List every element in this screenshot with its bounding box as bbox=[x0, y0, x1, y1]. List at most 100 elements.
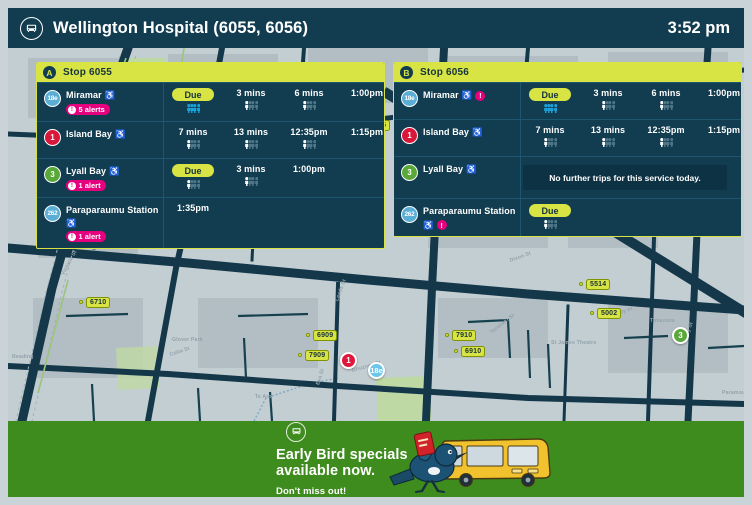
table-row[interactable]: 262 Paraparaumu Station ♿! 1 alert 1:35pm bbox=[37, 197, 384, 248]
wheelchair-accessible-icon: ♿ bbox=[466, 164, 477, 174]
occupancy-figure bbox=[663, 138, 667, 147]
map-stop-dot bbox=[590, 311, 594, 315]
route-number-badge[interactable]: 1 bbox=[44, 129, 61, 146]
table-row[interactable]: 18e Miramar ♿! 5 alerts Due 3 mins 6 mins 1:00p… bbox=[37, 82, 384, 121]
departure-cell: 7 mins bbox=[164, 127, 222, 149]
map-stop-chip[interactable]: 6910 bbox=[461, 346, 486, 357]
occupancy-indicator bbox=[302, 101, 317, 110]
occupancy-indicator bbox=[659, 138, 674, 147]
clock: 3:52 pm bbox=[667, 18, 730, 37]
occupancy-figure bbox=[608, 138, 612, 147]
map-bus-marker[interactable]: 3 bbox=[672, 327, 689, 344]
table-row[interactable]: 1Island Bay♿7 mins13 mins12:35pm1:15pm1:… bbox=[37, 121, 384, 158]
stop-letter-badge: B bbox=[400, 66, 413, 79]
table-row[interactable]: 262 Paraparaumu Station ♿! Due bbox=[394, 198, 741, 236]
occupancy-figure bbox=[254, 101, 259, 110]
map-stop-dot bbox=[445, 333, 449, 337]
route-number-badge[interactable]: 3 bbox=[401, 164, 418, 181]
occupancy-figure bbox=[547, 220, 551, 229]
departure-time-label: 6 mins bbox=[294, 88, 324, 98]
departure-cell: 1:15pm bbox=[695, 125, 741, 147]
occupancy-figure bbox=[550, 138, 554, 147]
map-stop-chip[interactable]: 5002 bbox=[597, 308, 622, 319]
departure-cell: Due bbox=[521, 88, 579, 113]
bus-icon bbox=[20, 16, 43, 40]
alert-count-label: 5 alerts bbox=[78, 105, 105, 114]
occupancy-figure bbox=[196, 140, 201, 149]
promo-banner[interactable]: Early Bird specials available now. Don't… bbox=[8, 421, 744, 497]
route-number-badge[interactable]: 262 bbox=[44, 205, 61, 222]
route-number-badge[interactable]: 3 bbox=[44, 166, 61, 183]
departure-cell: Due bbox=[164, 88, 222, 113]
occupancy-figure bbox=[186, 104, 191, 113]
destination-group: Miramar ♿! 5 alerts bbox=[66, 89, 115, 115]
occupancy-figure bbox=[553, 138, 558, 147]
route-number-badge[interactable]: 262 bbox=[401, 206, 418, 223]
departure-times-grid: Due bbox=[521, 204, 735, 229]
alert-badge[interactable]: ! 5 alerts bbox=[66, 104, 110, 115]
departure-time-label: 1:15pm bbox=[350, 127, 384, 137]
departure-time-label: 1:35pm bbox=[176, 203, 210, 213]
occupancy-indicator bbox=[659, 101, 674, 110]
map-stop-dot bbox=[79, 300, 83, 304]
alert-badge[interactable]: ! 1 alert bbox=[66, 231, 106, 242]
map-stop-chip[interactable]: 6909 bbox=[313, 330, 338, 341]
alert-badge[interactable]: ! 1 alert bbox=[66, 180, 106, 191]
alert-count-label: 1 alert bbox=[78, 181, 101, 190]
occupancy-figure bbox=[553, 220, 558, 229]
table-row[interactable]: 3 Lyall Bay ♿! 1 alert Due 3 mins 1:00pm bbox=[37, 158, 384, 197]
occupancy-figure bbox=[306, 101, 310, 110]
page-title: Wellington Hospital (6055, 6056) bbox=[53, 18, 309, 37]
occupancy-figure bbox=[254, 177, 259, 186]
departure-times-grid: 1:35pm bbox=[164, 203, 378, 213]
departure-due-pill: Due bbox=[529, 88, 571, 101]
departure-time-label: 1:00pm bbox=[707, 88, 741, 98]
occupancy-figure bbox=[543, 138, 548, 147]
alert-indicator-icon[interactable]: ! bbox=[436, 220, 447, 230]
transit-display-screen: Victoria St Ghuznee St Glover Park Cuba St L… bbox=[8, 8, 744, 497]
occupancy-figure bbox=[309, 101, 313, 110]
map-bus-marker[interactable]: 18e bbox=[368, 362, 385, 379]
stop-title: Stop 6055 bbox=[63, 67, 113, 78]
route-number-badge[interactable]: 18e bbox=[401, 90, 418, 107]
destination-group: Lyall Bay ♿ ! 1 alert bbox=[66, 165, 120, 191]
departure-time-label: 13 mins bbox=[590, 125, 626, 135]
map-stop-chip[interactable]: 5514 bbox=[586, 279, 611, 290]
departures-cell: 7 mins13 mins12:35pm1:15pm1:35pm bbox=[164, 122, 384, 158]
occupancy-indicator bbox=[186, 180, 201, 189]
no-service-message: No further trips for this service today. bbox=[523, 165, 727, 190]
table-row[interactable]: 1Island Bay♿7 mins13 mins12:35pm1:15pm1:… bbox=[394, 119, 741, 156]
departure-time-label: 3 mins bbox=[236, 164, 266, 174]
occupancy-figure bbox=[302, 140, 307, 149]
occupancy-indicator bbox=[186, 104, 201, 113]
map-stop-chip[interactable]: 7909 bbox=[305, 350, 330, 361]
occupancy-figure bbox=[190, 180, 194, 189]
departure-time-label: 1:00pm bbox=[292, 164, 326, 174]
departure-time-label: 12:35pm bbox=[290, 127, 328, 137]
map-street-label: Timezone bbox=[650, 318, 676, 324]
departure-time-label: 6 mins bbox=[651, 88, 681, 98]
wheelchair-accessible-icon: ♿ bbox=[472, 127, 483, 137]
departure-cell: 6 mins bbox=[637, 88, 695, 113]
map-stop-dot bbox=[298, 353, 302, 357]
occupancy-indicator bbox=[302, 140, 317, 149]
map-stop-chip[interactable]: 6710 bbox=[86, 297, 111, 308]
departures-cell: 1:35pm bbox=[164, 198, 384, 248]
alert-indicator-icon[interactable]: ! bbox=[475, 90, 486, 101]
map-street-label: St James Theatre bbox=[551, 340, 597, 346]
destination-name: Island Bay bbox=[66, 129, 113, 139]
occupancy-figure bbox=[605, 101, 609, 110]
destination-line: Lyall Bay ♿ bbox=[66, 166, 120, 177]
route-number-badge[interactable]: 18e bbox=[44, 90, 61, 107]
destination-group: Island Bay ♿ bbox=[66, 128, 126, 140]
occupancy-figure bbox=[302, 101, 307, 110]
alert-count-label: 1 alert bbox=[78, 232, 101, 241]
table-row[interactable]: 18eMiramar♿!Due3 mins6 mins1:00pm1:35pm bbox=[394, 82, 741, 119]
occupancy-figure bbox=[547, 138, 551, 147]
occupancy-figure bbox=[193, 180, 197, 189]
departure-cell: 12:35pm bbox=[280, 127, 338, 149]
map-bus-marker[interactable]: 1 bbox=[340, 352, 357, 369]
map-stop-chip[interactable]: 7910 bbox=[452, 330, 477, 341]
table-row[interactable]: 3 Lyall Bay ♿ No further trips for this ser… bbox=[394, 156, 741, 198]
route-number-badge[interactable]: 1 bbox=[401, 127, 418, 144]
